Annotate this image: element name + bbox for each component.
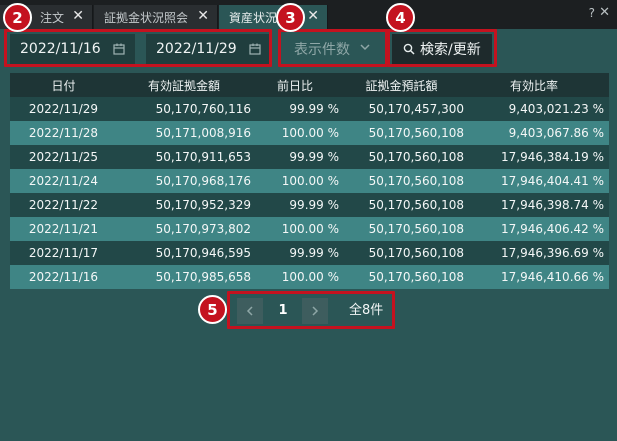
tab-label: 証拠金状況照会 (104, 10, 189, 25)
callout-badge-2: 2 (3, 3, 32, 32)
cell-day-over-day: 100.00 % (281, 270, 339, 284)
close-icon[interactable]: ✕ (599, 5, 610, 20)
close-icon[interactable]: ✕ (72, 8, 84, 24)
column-header-day-over-day: 前日比 (276, 78, 313, 93)
cell-effective-ratio: 9,403,067.86 % (508, 126, 604, 140)
cell-deposit: 50,170,560,108 (368, 198, 464, 212)
cell-date: 2022/11/21 (28, 222, 99, 236)
page-size-label: 表示件数 (294, 42, 350, 58)
cell-deposit: 50,170,560,108 (368, 246, 464, 260)
table-row: 2022/11/28 50,171,008,916 100.00 % 50,170,5… (10, 121, 609, 145)
cell-effective-margin: 50,170,952,329 (155, 198, 251, 212)
callout-badge-3: 3 (276, 3, 305, 32)
cell-day-over-day: 99.99 % (289, 150, 339, 164)
tab-margin-status[interactable]: 証拠金状況照会 ✕ (94, 5, 218, 29)
column-header-date: 日付 (51, 78, 76, 93)
cell-effective-margin: 50,171,008,916 (155, 126, 251, 140)
callout-badge-4: 4 (386, 3, 415, 32)
cell-effective-ratio: 9,403,021.23 % (508, 102, 604, 116)
chevron-right-icon (312, 306, 319, 316)
page-size-select[interactable]: 表示件数 (283, 34, 382, 64)
chevron-left-icon (246, 306, 253, 316)
cell-date: 2022/11/24 (28, 174, 99, 188)
cell-date: 2022/11/28 (28, 126, 99, 140)
cell-effective-ratio: 17,946,404.41 % (500, 174, 604, 188)
date-from-field[interactable]: 2022/11/16 (10, 34, 135, 64)
cell-day-over-day: 99.99 % (289, 198, 339, 212)
cell-effective-ratio: 17,946,406.42 % (500, 222, 604, 236)
current-page[interactable]: 1 (270, 300, 296, 322)
cell-date: 2022/11/25 (28, 150, 99, 164)
cell-effective-ratio: 17,946,410.66 % (500, 270, 604, 284)
cell-day-over-day: 99.99 % (289, 246, 339, 260)
cell-deposit: 50,170,560,108 (368, 270, 464, 284)
cell-effective-margin: 50,170,968,176 (155, 174, 251, 188)
cell-day-over-day: 100.00 % (281, 222, 339, 236)
table-header: 日付 有効証拠金額 前日比 証拠金預託額 有効比率 (10, 73, 609, 97)
tab-label: 資産状況 (229, 10, 278, 25)
close-icon[interactable]: ✕ (307, 8, 319, 24)
cell-deposit: 50,170,560,108 (368, 174, 464, 188)
next-page-button[interactable] (302, 298, 328, 324)
cell-effective-margin: 50,170,973,802 (155, 222, 251, 236)
column-header-effective-margin: 有効証拠金額 (147, 78, 220, 93)
tab-bar: 注文 ✕ 証拠金状況照会 ✕ 資産状況 ✕ ? ✕ (0, 0, 617, 29)
table-row: 2022/11/25 50,170,911,653 99.99 % 50,170,56… (10, 145, 609, 169)
cell-effective-margin: 50,170,985,658 (155, 270, 251, 284)
cell-day-over-day: 100.00 % (281, 126, 339, 140)
date-to-value: 2022/11/29 (156, 41, 237, 57)
cell-date: 2022/11/17 (28, 246, 99, 260)
column-header-deposit: 証拠金預託額 (365, 78, 438, 93)
calendar-icon (249, 43, 261, 55)
table-row: 2022/11/16 50,170,985,658 100.00 % 50,170,5… (10, 265, 609, 289)
cell-effective-margin: 50,170,946,595 (155, 246, 251, 260)
cell-effective-ratio: 17,946,398.74 % (500, 198, 604, 212)
prev-page-button[interactable] (237, 298, 263, 324)
cell-day-over-day: 99.99 % (289, 102, 339, 116)
asset-status-table: 日付 有効証拠金額 前日比 証拠金預託額 有効比率 2022/11/29 50,1… (10, 73, 609, 289)
cell-effective-ratio: 17,946,384.19 % (500, 150, 604, 164)
cell-date: 2022/11/22 (28, 198, 99, 212)
date-to-field[interactable]: 2022/11/29 (146, 34, 271, 64)
table-body: 2022/11/29 50,170,760,116 99.99 % 50,170,45… (10, 97, 609, 289)
cell-deposit: 50,170,560,108 (368, 150, 464, 164)
table-row: 2022/11/29 50,170,760,116 99.99 % 50,170,45… (10, 97, 609, 121)
table-row: 2022/11/22 50,170,952,329 99.99 % 50,170,56… (10, 193, 609, 217)
tab-asset-status[interactable]: 資産状況 ✕ (219, 5, 328, 29)
total-count: 全8件 (349, 303, 384, 318)
cell-deposit: 50,170,457,300 (368, 102, 464, 116)
close-icon[interactable]: ✕ (197, 8, 209, 24)
table-row: 2022/11/24 50,170,968,176 100.00 % 50,170,5… (10, 169, 609, 193)
cell-day-over-day: 100.00 % (281, 174, 339, 188)
help-icon[interactable]: ? (589, 6, 595, 20)
cell-effective-ratio: 17,946,396.69 % (500, 246, 604, 260)
cell-deposit: 50,170,560,108 (368, 126, 464, 140)
tab-label: 注文 (40, 10, 65, 25)
column-header-effective-ratio: 有効比率 (509, 78, 558, 93)
table-row: 2022/11/17 50,170,946,595 99.99 % 50,170,56… (10, 241, 609, 265)
callout-badge-5: 5 (198, 295, 227, 324)
table-row: 2022/11/21 50,170,973,802 100.00 % 50,170,5… (10, 217, 609, 241)
cell-date: 2022/11/16 (28, 270, 99, 284)
search-refresh-button[interactable]: 検索/更新 (392, 34, 492, 64)
calendar-icon (113, 43, 125, 55)
cell-effective-margin: 50,170,760,116 (155, 102, 251, 116)
search-button-label: 検索/更新 (420, 42, 481, 58)
date-from-value: 2022/11/16 (20, 41, 101, 57)
cell-date: 2022/11/29 (28, 102, 99, 116)
chevron-down-icon (360, 44, 370, 51)
cell-effective-margin: 50,170,911,653 (155, 150, 251, 164)
cell-deposit: 50,170,560,108 (368, 222, 464, 236)
search-icon (403, 43, 415, 55)
